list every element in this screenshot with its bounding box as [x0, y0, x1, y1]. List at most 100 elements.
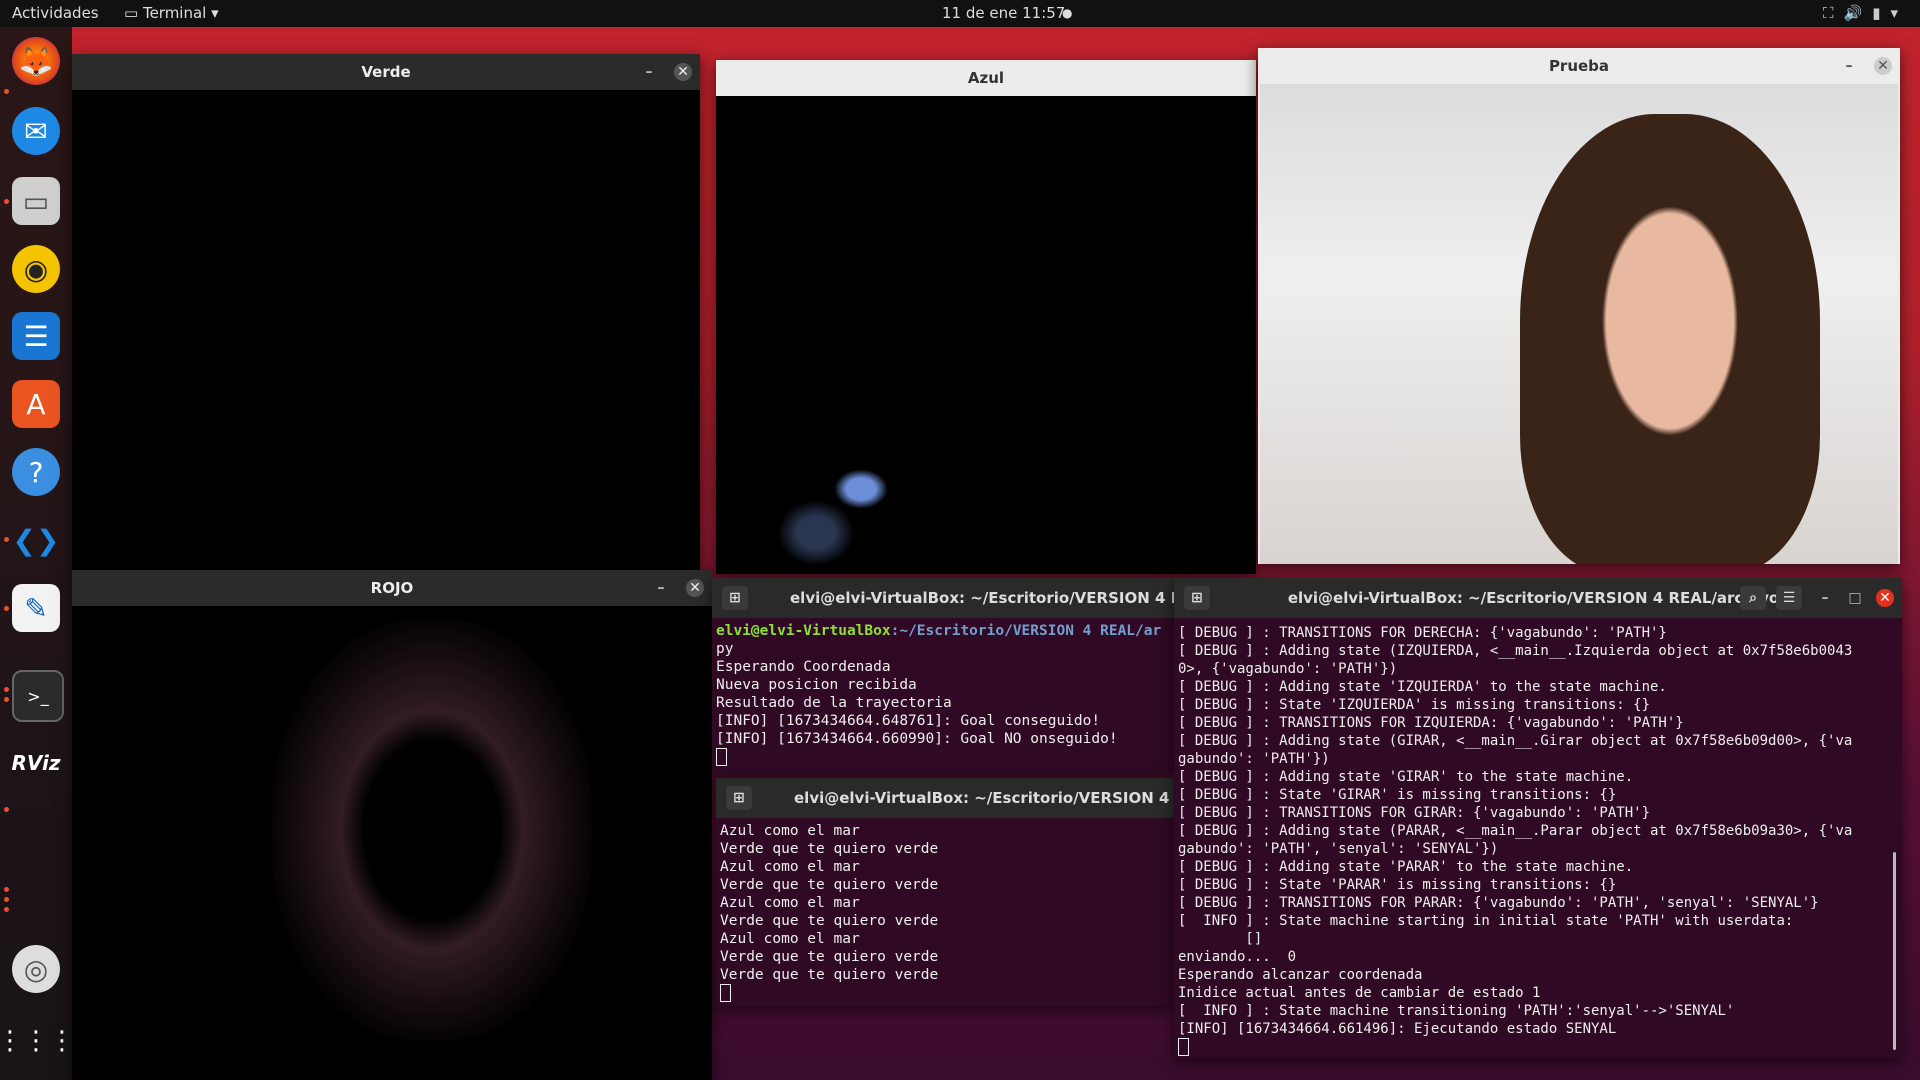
new-tab-icon[interactable]: ⊞ — [726, 786, 752, 810]
running-indicator — [4, 537, 9, 542]
window-titlebar[interactable]: Prueba – ✕ — [1258, 48, 1900, 84]
terminal-line: [ DEBUG ] : Adding state 'IZQUIERDA' to … — [1178, 679, 1667, 695]
window-title: Verde — [361, 63, 411, 81]
window-titlebar[interactable]: Azul — [716, 60, 1256, 96]
terminal-line: [ DEBUG ] : Adding state 'GIRAR' to the … — [1178, 769, 1634, 785]
window-title: ROJO — [370, 579, 414, 597]
terminal-line: Resultado de la trayectoria — [716, 695, 952, 711]
help-icon[interactable]: ? — [12, 448, 60, 496]
clock[interactable]: 11 de ene 11:57 — [942, 4, 1065, 22]
files-icon[interactable]: ▭ — [12, 177, 60, 225]
running-indicator — [4, 887, 9, 892]
running-indicator — [4, 907, 9, 912]
terminal-line: Verde que te quiero verde — [720, 913, 939, 929]
terminal-line: Verde que te quiero verde — [720, 841, 939, 857]
chevron-down-icon: ▾ — [1890, 4, 1908, 22]
running-indicator — [4, 199, 9, 204]
rojo-window[interactable]: ROJO – ✕ — [72, 570, 712, 1080]
close-button[interactable]: ✕ — [1876, 589, 1894, 607]
terminal-line: Nueva posicion recibida — [716, 677, 917, 693]
terminal-title: elvi@elvi-VirtualBox: ~/Escritorio/VERSI… — [794, 789, 1174, 807]
terminal-line: Verde que te quiero verde — [720, 967, 939, 983]
top-bar: Actividades ▭ Terminal ▾ 11 de ene 11:57… — [0, 0, 1920, 27]
dvd-icon[interactable]: ◎ — [12, 945, 60, 993]
person-face — [1520, 114, 1820, 564]
terminal-line: Esperando alcanzar coordenada — [1178, 967, 1423, 983]
terminal-output[interactable]: elvi@elvi-VirtualBox:~/Escritorio/VERSIO… — [716, 622, 1170, 766]
terminal-line: [ DEBUG ] : State 'PARAR' is missing tra… — [1178, 877, 1617, 893]
close-button[interactable]: ✕ — [1874, 57, 1892, 75]
terminal-icon[interactable]: >_ — [12, 670, 64, 722]
window-titlebar[interactable]: ROJO – ✕ — [72, 570, 712, 606]
minimize-button[interactable]: – — [1816, 589, 1834, 607]
software-icon[interactable]: A — [12, 380, 60, 428]
search-icon[interactable]: ⌕ — [1740, 586, 1766, 610]
terminal-titlebar[interactable]: ⊞ elvi@elvi-VirtualBox: ~/Escritorio/VER… — [1174, 578, 1902, 618]
network-icon: ⛶ — [1823, 4, 1844, 22]
terminal-line: [ DEBUG ] : State 'IZQUIERDA' is missing… — [1178, 697, 1651, 713]
terminal-cursor — [720, 984, 731, 1002]
thunderbird-icon[interactable]: ✉ — [12, 107, 60, 155]
hamburger-menu-icon[interactable]: ☰ — [1776, 586, 1802, 610]
terminal-titlebar[interactable]: ⊞ elvi@elvi-VirtualBox: ~/Escritorio/VER… — [712, 578, 1174, 618]
terminal-line: [ DEBUG ] : TRANSITIONS FOR IZQUIERDA: {… — [1178, 715, 1684, 731]
rviz-icon[interactable]: RViz — [11, 739, 60, 787]
terminal-line: enviando... 0 — [1178, 949, 1297, 965]
terminal-line: [ DEBUG ] : State 'GIRAR' is missing tra… — [1178, 787, 1617, 803]
new-tab-icon[interactable]: ⊞ — [1184, 586, 1210, 610]
terminal-line: [INFO] [1673434664.661496]: Ejecutando e… — [1178, 1021, 1617, 1037]
terminal-window-1[interactable]: ⊞ elvi@elvi-VirtualBox: ~/Escritorio/VER… — [712, 578, 1174, 774]
terminal-output[interactable]: [ DEBUG ] : TRANSITIONS FOR DERECHA: {'v… — [1178, 624, 1898, 1056]
terminal-line: Esperando Coordenada — [716, 659, 891, 675]
terminal-line: [ DEBUG ] : Adding state (PARAR, <__main… — [1178, 823, 1853, 839]
terminal-line: [] — [1245, 931, 1263, 947]
running-indicator — [4, 687, 9, 692]
system-tray[interactable]: ⛶🔊▮▾ — [1823, 4, 1908, 22]
minimize-button[interactable]: – — [652, 579, 670, 597]
terminal-line: [ INFO ] : State machine starting in ini… — [1178, 913, 1794, 929]
volume-icon: 🔊 — [1843, 4, 1873, 22]
terminal-line: Azul como el mar — [720, 859, 860, 875]
close-button[interactable]: ✕ — [674, 63, 692, 81]
terminal-line: gabundo': 'PATH'}) — [1178, 751, 1330, 767]
window-titlebar[interactable]: Verde – ✕ — [72, 54, 700, 90]
terminal-cursor — [1178, 1038, 1189, 1056]
terminal-window-2[interactable]: ⊞ elvi@elvi-VirtualBox: ~/Escritorio/VER… — [716, 778, 1174, 1006]
terminal-app-menu[interactable]: ▭ Terminal ▾ — [124, 4, 219, 22]
terminal-titlebar[interactable]: ⊞ elvi@elvi-VirtualBox: ~/Escritorio/VER… — [716, 778, 1174, 818]
rhythmbox-icon[interactable]: ◉ — [12, 245, 60, 293]
battery-icon: ▮ — [1872, 4, 1891, 22]
activities-button[interactable]: Actividades — [12, 4, 99, 22]
terminal-line: [ DEBUG ] : Adding state (IZQUIERDA, <__… — [1178, 643, 1853, 659]
vscode-icon[interactable]: ❮❯ — [12, 516, 60, 564]
terminal-line: [ DEBUG ] : TRANSITIONS FOR PARAR: {'vag… — [1178, 895, 1819, 911]
scrollbar[interactable] — [1893, 852, 1896, 1050]
dock: 🦊 ✉ ▭ ◉ ☰ A ? ❮❯ ✎ >_ RViz ◎ ⋮⋮⋮ — [0, 27, 75, 1080]
terminal-output[interactable]: Azul como el mar Verde que te quiero ver… — [720, 822, 1170, 1002]
running-indicator — [4, 807, 9, 812]
writer-icon[interactable]: ☰ — [12, 312, 60, 360]
terminal-line: [INFO] [1673434664.660990]: Goal NO onse… — [716, 731, 1118, 747]
terminal-window-3[interactable]: ⊞ elvi@elvi-VirtualBox: ~/Escritorio/VER… — [1174, 578, 1902, 1058]
terminal-line: gabundo': 'PATH', 'senyal': 'SENYAL'}) — [1178, 841, 1499, 857]
firefox-icon[interactable]: 🦊 — [12, 37, 60, 85]
terminal-line: [ DEBUG ] : Adding state 'PARAR' to the … — [1178, 859, 1634, 875]
terminal-line: Verde que te quiero verde — [720, 949, 939, 965]
camera-red-mask — [272, 620, 592, 1040]
minimize-button[interactable]: – — [1840, 57, 1858, 75]
new-tab-icon[interactable]: ⊞ — [722, 586, 748, 610]
verde-window[interactable]: Verde – ✕ — [72, 54, 700, 574]
terminal-line: Verde que te quiero verde — [720, 877, 939, 893]
terminal-line: Azul como el mar — [720, 931, 860, 947]
terminal-title: elvi@elvi-VirtualBox: ~/Escritorio/VERSI… — [790, 589, 1174, 607]
terminal-line: [INFO] [1673434664.648761]: Goal consegu… — [716, 713, 1101, 729]
close-button[interactable]: ✕ — [686, 579, 704, 597]
maximize-button[interactable]: □ — [1846, 589, 1864, 607]
minimize-button[interactable]: – — [640, 63, 658, 81]
text-editor-icon[interactable]: ✎ — [12, 584, 60, 632]
terminal-title: elvi@elvi-VirtualBox: ~/Escritorio/VERSI… — [1287, 589, 1789, 607]
apps-grid-icon[interactable]: ⋮⋮⋮ — [0, 1017, 75, 1065]
running-indicator — [4, 89, 9, 94]
prueba-window[interactable]: Prueba – ✕ — [1258, 48, 1900, 564]
azul-window[interactable]: Azul — [716, 60, 1256, 574]
